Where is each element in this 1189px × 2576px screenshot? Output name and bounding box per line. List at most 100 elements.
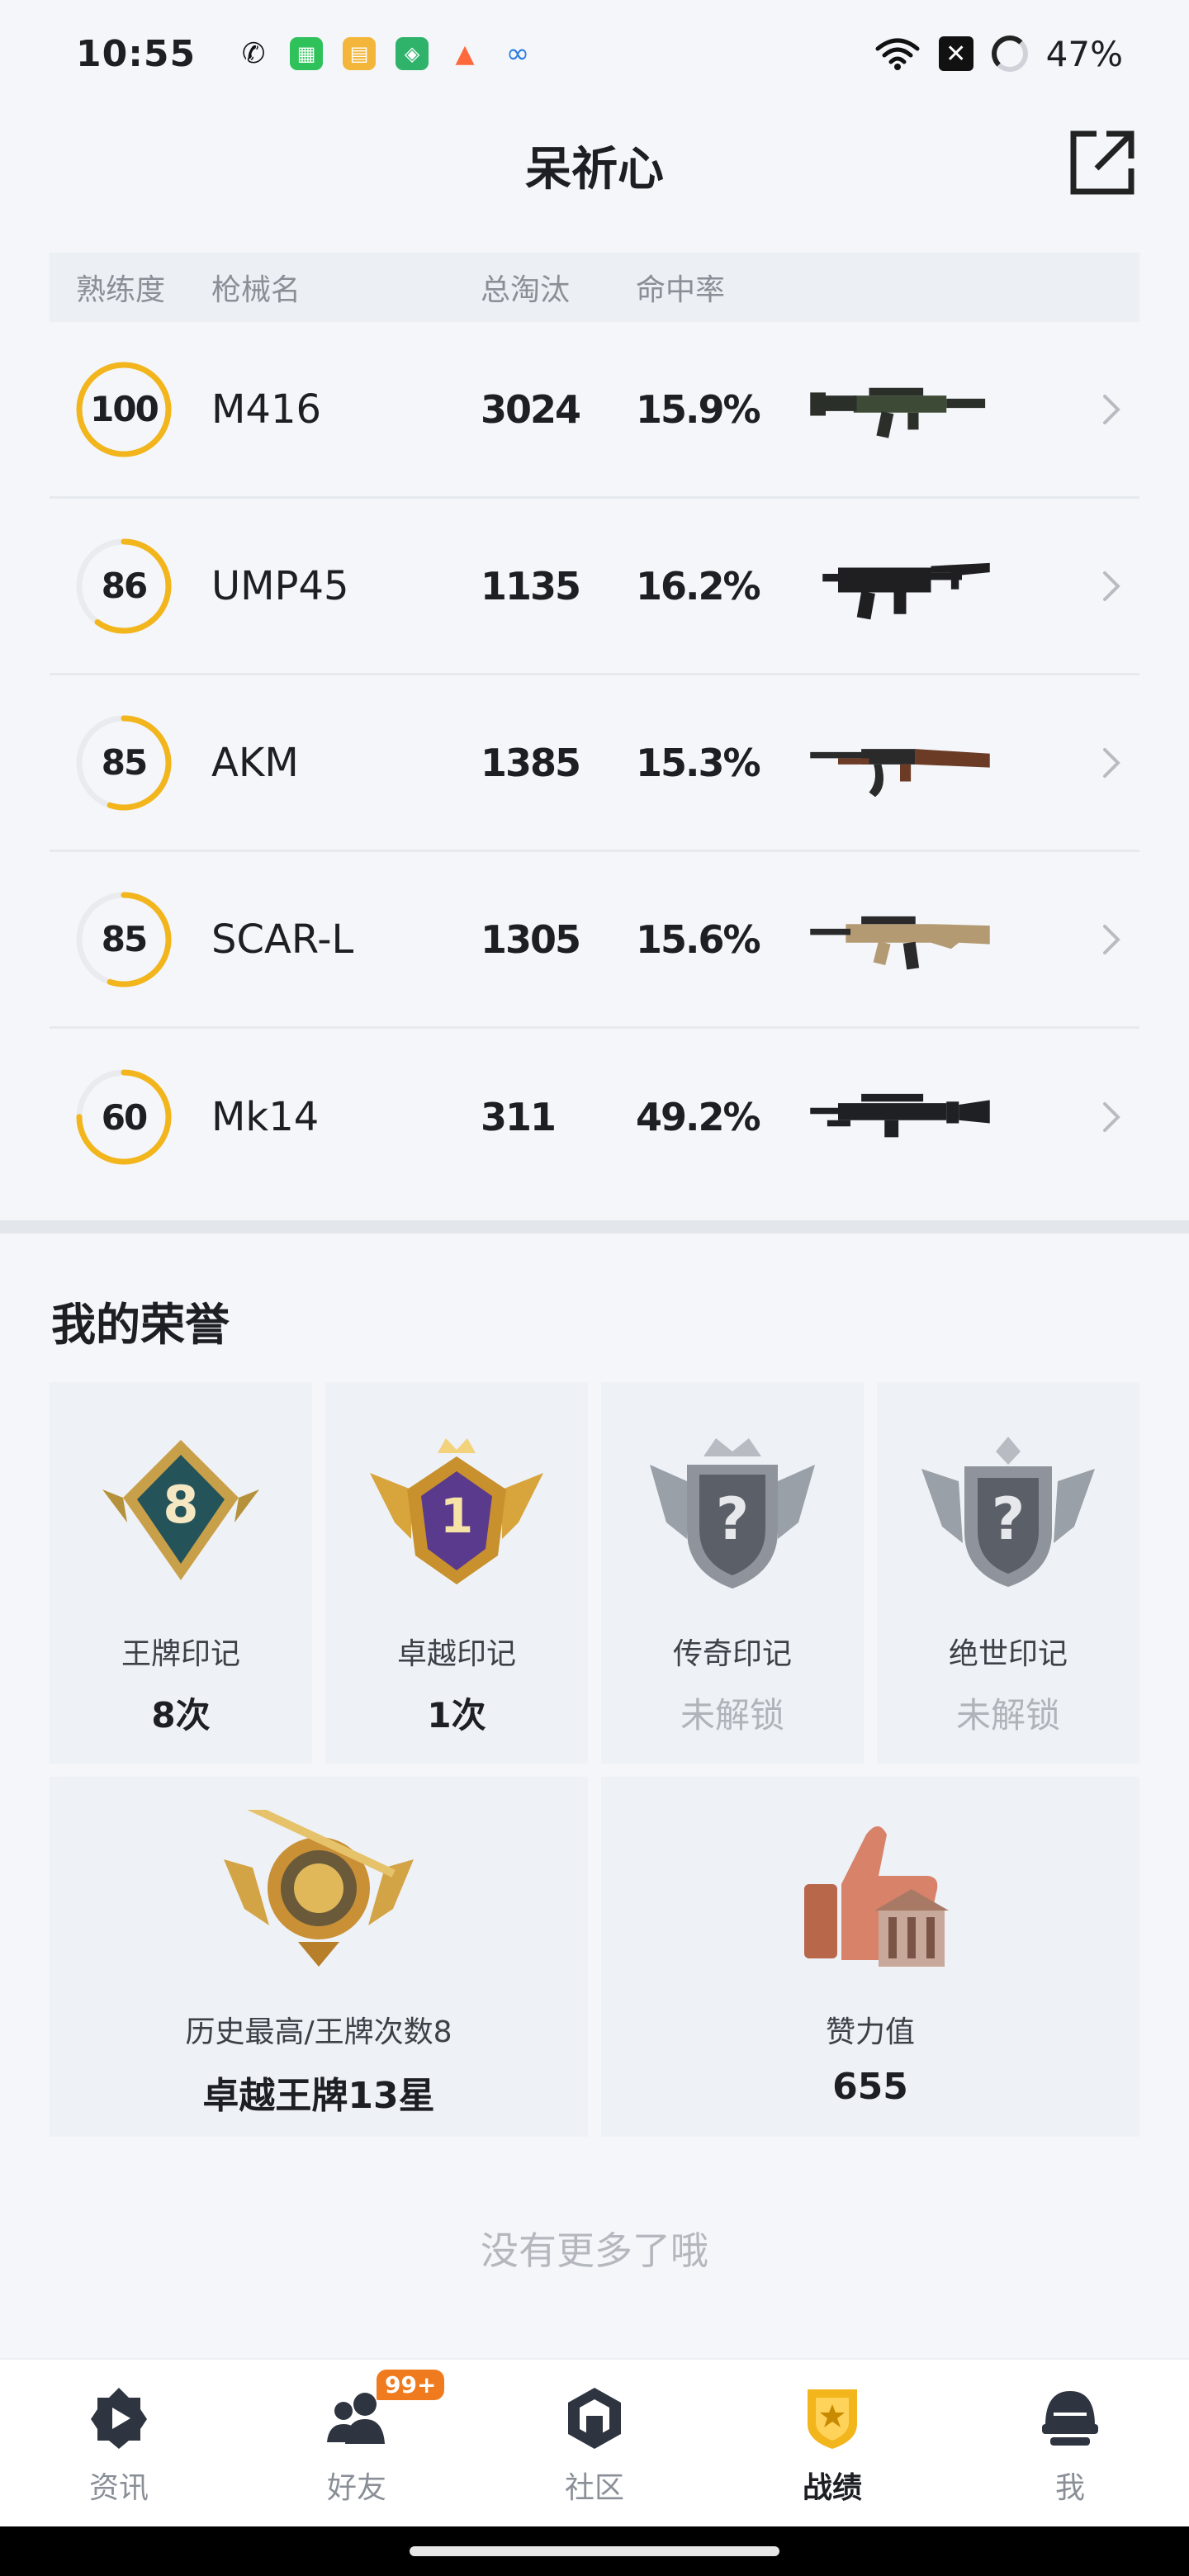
legend-badge-icon: ?: [650, 1438, 815, 1589]
nav-label: 好友: [326, 2471, 386, 2505]
highest-rank-label: 历史最高/王牌次数8: [185, 2015, 452, 2049]
honor-badges: 8 王牌印记 8次 1 卓越印记 1次 ? 传奇印记 未解锁 ? 绝世印记 未解…: [50, 1382, 1139, 1764]
nav-label: 我: [1054, 2471, 1085, 2505]
proficiency-value: 86: [101, 566, 148, 606]
gun-kills: 1135: [481, 563, 581, 608]
wifi-icon: [875, 38, 920, 70]
highest-rank-card[interactable]: 历史最高/王牌次数8 卓越王牌13星: [50, 1777, 588, 2137]
weapon-row[interactable]: 85 AKM 1385 15.3%: [50, 675, 1139, 852]
nav-item-record[interactable]: 战绩: [713, 2360, 951, 2526]
peerless-badge-glyph: ?: [992, 1485, 1026, 1553]
chevron-right-icon: [1103, 394, 1120, 424]
weapon-table: 熟练度 枪械名 总淘汰 命中率 100 M416 3024 15.9% 86 U…: [50, 253, 1139, 1205]
nav-label: 资讯: [88, 2471, 149, 2505]
weapon-row[interactable]: 86 UMP45 1135 16.2%: [50, 499, 1139, 675]
highest-rank-value: 卓越王牌13星: [202, 2075, 435, 2117]
page-title: 呆祈心: [525, 143, 664, 197]
share-icon[interactable]: [1067, 127, 1138, 198]
gun-kills: 3024: [481, 386, 581, 432]
gun-image: [822, 562, 990, 619]
badge-label: 卓越印记: [396, 1637, 516, 1671]
badge-label: 王牌印记: [121, 1637, 240, 1671]
gun-kills: 311: [481, 1095, 557, 1139]
system-nav-area: [0, 2526, 1189, 2576]
community-icon: [568, 2388, 621, 2449]
proficiency-value: 85: [101, 919, 148, 959]
proficiency-cell: 60: [50, 1066, 211, 1168]
header-hit-rate: 命中率: [636, 273, 726, 307]
gun-image: [810, 916, 990, 969]
no-more-text: 没有更多了哦: [481, 2228, 708, 2273]
effort-value-card[interactable]: 赞力值 655: [601, 1777, 1139, 2137]
section-divider: [0, 1220, 1189, 1234]
badge-card-excellence[interactable]: 1 卓越印记 1次: [325, 1382, 588, 1764]
nav-item-community[interactable]: 社区: [476, 2360, 713, 2526]
page-header: 呆祈心: [0, 116, 1189, 206]
gun-kills: 1305: [481, 916, 581, 962]
battery-percent: 47%: [1045, 33, 1123, 74]
weapon-row[interactable]: 60 Mk14 311 49.2%: [50, 1029, 1139, 1205]
peerless-badge-icon: ?: [921, 1437, 1095, 1587]
badge-card-ace[interactable]: 8 王牌印记 8次: [50, 1382, 312, 1764]
status-bar: 10:55 ✆ ▦ ▤ ◈ ▲ ∞ ✕ 47%: [0, 0, 1189, 107]
weapon-row[interactable]: 85 SCAR-L 1305 15.6%: [50, 852, 1139, 1029]
excellence-badge-icon: 1: [370, 1438, 543, 1584]
nav-item-profile[interactable]: 我: [951, 2360, 1189, 2526]
badge-value: 未解锁: [680, 1695, 784, 1735]
proficiency-value: 100: [90, 389, 159, 429]
news-icon: [91, 2388, 147, 2449]
weapon-row[interactable]: 100 M416 3024 15.9%: [50, 322, 1139, 499]
status-time: 10:55: [76, 32, 197, 75]
effort-value: 655: [832, 2066, 908, 2108]
badge-card-legend[interactable]: ? 传奇印记 未解锁: [601, 1382, 864, 1764]
proficiency-ring: 85: [73, 712, 175, 814]
proficiency-ring: 100: [73, 358, 175, 461]
proficiency-value: 60: [101, 1096, 148, 1138]
proficiency-ring: 85: [73, 888, 175, 991]
gun-image: [810, 387, 986, 438]
orange-app-icon: ▲: [455, 39, 475, 69]
excellence-badge-number: 1: [440, 1488, 473, 1544]
battery-icon: [991, 36, 1028, 72]
proficiency-cell: 100: [50, 358, 211, 461]
gun-name: M416: [211, 386, 322, 433]
proficiency-cell: 85: [50, 888, 211, 991]
nav-label: 战绩: [802, 2471, 862, 2505]
gun-hit-rate: 49.2%: [636, 1095, 761, 1139]
honors-title: 我的荣誉: [51, 1299, 230, 1351]
gun-image: [810, 1093, 990, 1138]
thumbs-up-icon: [804, 1826, 949, 1967]
gun-name: UMP45: [211, 562, 349, 609]
wechat-icon: ✆: [241, 37, 266, 70]
badge-label: 绝世印记: [948, 1637, 1068, 1671]
badge-value: 未解锁: [955, 1695, 1060, 1735]
no-sim-icon: ✕: [938, 36, 973, 71]
header-gun-name: 枪械名: [211, 273, 301, 307]
header-proficiency: 熟练度: [76, 273, 166, 307]
bottom-nav: 资讯 99+ 好友 社区 战绩 我: [0, 2358, 1189, 2526]
profile-icon: [1042, 2391, 1098, 2446]
ace-badge-icon: 8: [102, 1440, 259, 1580]
rank-emblem-icon: [224, 1810, 414, 1967]
gun-kills: 1385: [481, 740, 581, 785]
proficiency-cell: 86: [50, 535, 211, 637]
badge-value: 8次: [151, 1695, 211, 1735]
proficiency-cell: 85: [50, 712, 211, 814]
nav-item-news[interactable]: 资讯: [0, 2360, 238, 2526]
honor-summary-cards: 历史最高/王牌次数8 卓越王牌13星 赞力值 655: [50, 1777, 1139, 2137]
proficiency-ring: 60: [73, 1066, 175, 1168]
nav-item-friends[interactable]: 99+ 好友: [238, 2360, 476, 2526]
gun-name: AKM: [211, 739, 299, 786]
shield-app-icon: ◈: [396, 37, 429, 70]
badge-card-peerless[interactable]: ? 绝世印记 未解锁: [877, 1382, 1139, 1764]
header-kills: 总淘汰: [481, 273, 571, 307]
chevron-right-icon: [1103, 571, 1120, 601]
gun-hit-rate: 15.9%: [636, 386, 761, 432]
nav-label: 社区: [564, 2471, 624, 2505]
ace-badge-number: 8: [163, 1475, 198, 1535]
gun-image: [810, 748, 990, 797]
book-app-icon: ▤: [343, 37, 377, 70]
legend-badge-glyph: ?: [716, 1485, 750, 1553]
gun-name: Mk14: [211, 1094, 320, 1140]
home-indicator[interactable]: [410, 2546, 779, 2556]
